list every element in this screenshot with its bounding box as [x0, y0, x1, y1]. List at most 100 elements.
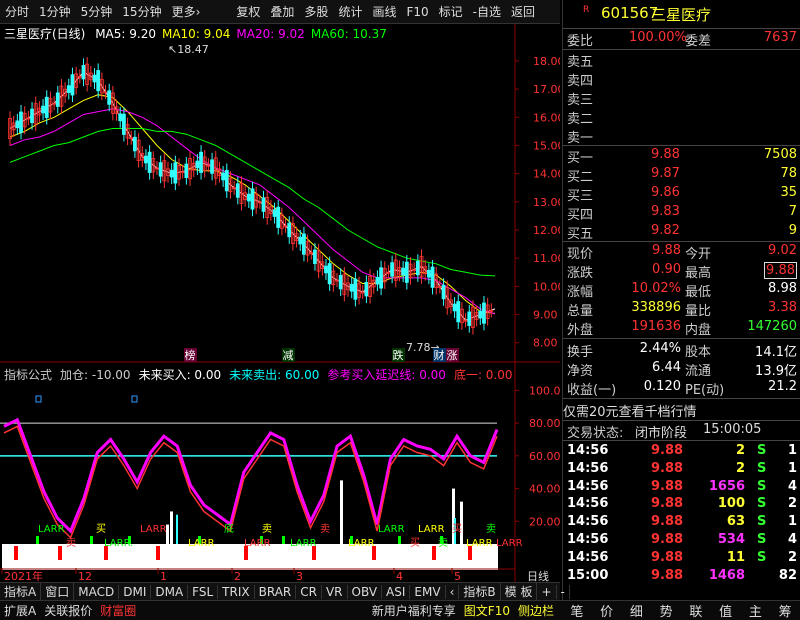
stat-label: 涨跌 — [567, 266, 594, 281]
toolbar-action-7[interactable]: -自选 — [468, 3, 506, 20]
ma-legend-3: MA60: 10.37 — [310, 27, 387, 41]
fund-value: 21.2 — [768, 379, 797, 394]
period-tab-1[interactable]: 1分钟 — [34, 3, 76, 20]
candle-body — [456, 301, 461, 323]
indicator-tab-3[interactable]: DMI — [119, 584, 152, 599]
indicator-tab-7[interactable]: BRAR — [255, 584, 297, 599]
period-tab-0[interactable]: 分时 — [0, 3, 34, 20]
indicator-legend-5: 底一: 0.00 — [453, 368, 513, 382]
period-tab-2[interactable]: 5分钟 — [76, 3, 118, 20]
fund-value: 6.44 — [652, 360, 681, 375]
promo-link-1[interactable]: 新用户福利专享 — [368, 602, 460, 619]
x-axis-label: 3 — [296, 570, 303, 582]
ind-signal-label: 卖 — [262, 523, 272, 535]
indicator-tab-17[interactable]: - — [557, 584, 570, 599]
toolbar-action-8[interactable]: 返回 — [506, 3, 540, 20]
status-left-0[interactable]: 扩展A — [0, 602, 40, 619]
promo-link-2[interactable]: 图文F10 — [460, 602, 514, 619]
bid-row: 买五 9.82 9 — [563, 223, 800, 242]
candle-body — [30, 108, 34, 124]
tick-count: 1 — [787, 514, 797, 530]
indicator-tab-11[interactable]: ASI — [382, 584, 411, 599]
indicator-tab-13[interactable]: ‹ — [446, 584, 460, 599]
indicator-tab-1[interactable]: 窗口 — [41, 583, 75, 600]
stat-label: 外盘 — [567, 323, 594, 338]
fund-label: 股本 — [685, 345, 712, 360]
ind-signal-label: 卖 — [438, 537, 448, 549]
panel-tab-7[interactable]: 筹 — [770, 601, 800, 620]
chart-title-bar: 三星医疗(日线) MA5: 9.20 MA10: 9.04 MA20: 9.02 MA… — [4, 25, 387, 41]
ask-label: 卖四 — [567, 74, 594, 89]
chart-stock-label: 三星医疗(日线) — [4, 27, 86, 41]
bid-row: 买二 9.87 78 — [563, 166, 800, 185]
ask-row: 卖四 — [563, 70, 800, 89]
ind-signal-label: LARR — [140, 524, 167, 535]
panel-tab-6[interactable]: 主 — [741, 601, 771, 620]
tick-time: 14:56 — [567, 443, 609, 458]
panel-tab-4[interactable]: 联 — [681, 601, 711, 620]
tick-row: 14:56 9.88 2 S 1 — [563, 443, 800, 461]
stock-header: R 601567 三星医疗 — [563, 4, 800, 26]
indicator-tab-0[interactable]: 指标A — [0, 583, 42, 600]
period-tab-4[interactable]: 更多› — [167, 3, 206, 20]
toolbar-action-5[interactable]: F10 — [401, 5, 433, 19]
panel-tab-5[interactable]: 值 — [711, 601, 741, 620]
indicator-tab-2[interactable]: MACD — [74, 584, 120, 599]
promo-link-3[interactable]: 侧边栏 — [514, 602, 558, 619]
promo-text[interactable]: 仅需20元查看千档行情 — [563, 401, 800, 420]
bid-label: 买二 — [567, 170, 594, 185]
indicator-tab-14[interactable]: 指标B — [459, 583, 501, 600]
ind-signal-label: 买 — [410, 537, 420, 549]
ind-signal-label: LARR — [38, 524, 65, 535]
ask-label: 卖三 — [567, 93, 594, 108]
status-left-2[interactable]: 财富圈 — [96, 602, 140, 619]
indicator-tab-10[interactable]: OBV — [348, 584, 383, 599]
bid-price: 9.88 — [651, 147, 680, 162]
panel-tab-1[interactable]: 价 — [592, 601, 622, 620]
toolbar-action-2[interactable]: 多股 — [299, 3, 333, 20]
toolbar-action-4[interactable]: 画线 — [367, 3, 401, 20]
ask-label: 卖二 — [567, 112, 594, 127]
indicator-tab-12[interactable]: EMV — [410, 584, 446, 599]
candle-body — [224, 170, 229, 192]
stock-name: 三星医疗 — [651, 6, 712, 24]
bid-label: 买三 — [567, 189, 594, 204]
ind-signal-label: 卖 — [320, 523, 330, 535]
indicator-tab-8[interactable]: CR — [296, 584, 322, 599]
ask-label: 卖一 — [567, 131, 594, 146]
indicator-tab-6[interactable]: TRIX — [218, 584, 255, 599]
toolbar-action-1[interactable]: 叠加 — [265, 3, 299, 20]
panel-tab-0[interactable]: 笔 — [562, 601, 592, 620]
ask-row: 卖三 — [563, 89, 800, 108]
stat-value: 0.90 — [652, 262, 681, 277]
stat-row: 外盘 191636 内盘 147260 — [563, 319, 800, 338]
indicator-tab-5[interactable]: FSL — [188, 584, 219, 599]
price-tick-label: 15.00 — [533, 139, 560, 152]
toolbar-action-3[interactable]: 统计 — [333, 3, 367, 20]
kline-chart[interactable]: 18.0017.0016.0015.0014.0013.0012.0011.00… — [0, 24, 560, 582]
panel-tab-2[interactable]: 细 — [622, 601, 652, 620]
status-left-1[interactable]: 关联报价 — [40, 602, 96, 619]
candle-body — [261, 197, 266, 212]
price-tick-label: 11.00 — [533, 252, 560, 265]
panel-tab-3[interactable]: 势 — [651, 601, 681, 620]
stock-code: 601567 — [601, 4, 659, 22]
weibi-value: 100.00% — [629, 30, 687, 45]
bid-label: 买五 — [567, 227, 594, 242]
stat-label: 涨幅 — [567, 285, 594, 300]
bid-price: 9.82 — [651, 223, 680, 238]
indicator-tab-16[interactable]: + — [537, 584, 557, 599]
indicator-tab-15[interactable]: 模 板 — [501, 583, 538, 600]
event-marker: 财 — [434, 348, 445, 362]
tick-row: 14:56 9.88 534 S 4 — [563, 532, 800, 550]
ind-signal-label: 买 — [96, 523, 106, 535]
candle-body — [401, 267, 406, 276]
toolbar-action-6[interactable]: 标记 — [434, 3, 468, 20]
tick-count: 1 — [787, 460, 797, 476]
toolbar-action-0[interactable]: 复权 — [231, 3, 265, 20]
tick-volume: 2 — [735, 460, 745, 476]
bid-label: 买四 — [567, 208, 594, 223]
indicator-tab-4[interactable]: DMA — [151, 584, 189, 599]
period-tab-3[interactable]: 15分钟 — [117, 3, 166, 20]
indicator-tab-9[interactable]: VR — [322, 584, 348, 599]
